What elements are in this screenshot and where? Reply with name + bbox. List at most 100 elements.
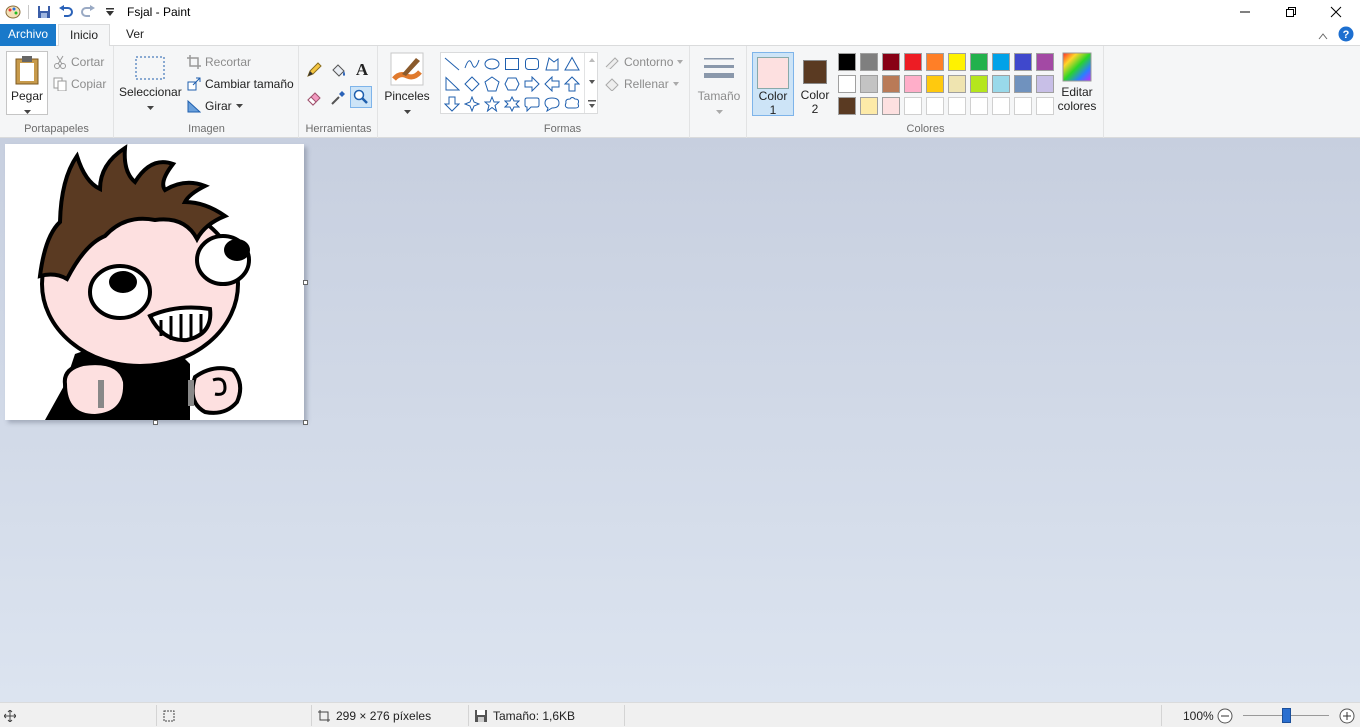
rotate-icon	[187, 99, 201, 113]
hexagon-shape-icon[interactable]	[502, 74, 522, 94]
zoom-slider-thumb[interactable]	[1282, 708, 1291, 723]
palette-swatch[interactable]	[970, 75, 988, 93]
resize-handle-bottom[interactable]	[153, 420, 158, 425]
up-arrow-shape-icon[interactable]	[562, 74, 582, 94]
size-button[interactable]: Tamaño	[696, 52, 742, 116]
undo-icon[interactable]	[55, 1, 77, 23]
fill-button[interactable]: Rellenar	[604, 77, 679, 91]
color2-label-line1: Color	[800, 88, 830, 102]
palette-swatch[interactable]	[948, 53, 966, 71]
palette-swatch[interactable]	[1036, 97, 1054, 115]
resize-button[interactable]: Cambiar tamaño	[187, 77, 294, 91]
palette-swatch[interactable]	[860, 53, 878, 71]
palette-swatch[interactable]	[948, 75, 966, 93]
palette-swatch[interactable]	[838, 53, 856, 71]
copy-button[interactable]: Copiar	[53, 77, 106, 91]
polygon-shape-icon[interactable]	[542, 54, 562, 74]
color1-button[interactable]: Color 1	[752, 52, 794, 117]
tab-view[interactable]: Ver	[116, 24, 154, 46]
cloud-callout-shape-icon[interactable]	[562, 94, 582, 114]
palette-swatch[interactable]	[1014, 97, 1032, 115]
collapse-ribbon-icon[interactable]	[1318, 29, 1328, 43]
palette-swatch[interactable]	[904, 97, 922, 115]
palette-swatch[interactable]	[882, 75, 900, 93]
palette-swatch[interactable]	[948, 97, 966, 115]
palette-swatch[interactable]	[1036, 53, 1054, 71]
color2-button[interactable]: Color 2	[794, 52, 836, 116]
restore-button[interactable]	[1268, 0, 1314, 24]
color-picker-icon[interactable]	[328, 88, 348, 108]
left-arrow-shape-icon[interactable]	[542, 74, 562, 94]
zoom-out-button[interactable]	[1217, 703, 1233, 728]
magnifier-icon[interactable]	[350, 86, 372, 108]
down-arrow-shape-icon[interactable]	[442, 94, 462, 114]
rotate-button[interactable]: Girar	[187, 99, 243, 113]
palette-swatch[interactable]	[992, 53, 1010, 71]
palette-swatch[interactable]	[1014, 75, 1032, 93]
right-arrow-shape-icon[interactable]	[522, 74, 542, 94]
resize-handle-right[interactable]	[303, 280, 308, 285]
brushes-button[interactable]: Pinceles	[384, 52, 430, 116]
color1-label-line1: Color	[758, 89, 788, 103]
palette-swatch[interactable]	[926, 75, 944, 93]
drawing-canvas[interactable]	[5, 144, 304, 420]
zoom-slider[interactable]	[1243, 708, 1329, 723]
crop-button[interactable]: Recortar	[187, 55, 251, 69]
palette-swatch[interactable]	[1036, 75, 1054, 93]
cut-button[interactable]: Cortar	[53, 55, 104, 69]
save-icon[interactable]	[33, 1, 55, 23]
oval-shape-icon[interactable]	[482, 54, 502, 74]
tab-file[interactable]: Archivo	[0, 24, 56, 46]
palette-swatch[interactable]	[970, 97, 988, 115]
five-point-star-shape-icon[interactable]	[482, 94, 502, 114]
palette-swatch[interactable]	[860, 97, 878, 115]
text-tool-icon[interactable]: A	[352, 60, 372, 80]
diamond-shape-icon[interactable]	[462, 74, 482, 94]
pencil-icon[interactable]	[304, 60, 324, 80]
paste-button[interactable]: Pegar	[6, 51, 48, 115]
six-point-star-shape-icon[interactable]	[502, 94, 522, 114]
canvas-workspace[interactable]	[0, 138, 1360, 702]
shapes-scrollbar[interactable]	[584, 53, 598, 113]
image-dimensions-icon	[318, 709, 330, 722]
fill-bucket-icon[interactable]	[328, 60, 348, 80]
palette-swatch[interactable]	[992, 75, 1010, 93]
oval-callout-shape-icon[interactable]	[542, 94, 562, 114]
redo-icon[interactable]	[77, 1, 99, 23]
palette-swatch[interactable]	[882, 53, 900, 71]
line-shape-icon[interactable]	[442, 54, 462, 74]
tab-home[interactable]: Inicio	[58, 24, 110, 47]
rounded-rectangle-shape-icon[interactable]	[522, 54, 542, 74]
zoom-in-button[interactable]	[1339, 703, 1355, 728]
palette-swatch[interactable]	[926, 53, 944, 71]
brushes-label: Pinceles	[384, 89, 430, 103]
pentagon-shape-icon[interactable]	[482, 74, 502, 94]
minimize-button[interactable]	[1222, 0, 1268, 24]
customize-qat-icon[interactable]	[99, 1, 121, 23]
palette-swatch[interactable]	[860, 75, 878, 93]
palette-swatch[interactable]	[926, 97, 944, 115]
triangle-shape-icon[interactable]	[562, 54, 582, 74]
palette-swatch[interactable]	[904, 53, 922, 71]
palette-swatch[interactable]	[882, 97, 900, 115]
rectangle-shape-icon[interactable]	[502, 54, 522, 74]
rounded-callout-shape-icon[interactable]	[522, 94, 542, 114]
select-button[interactable]: Seleccionar	[119, 54, 182, 116]
palette-swatch[interactable]	[838, 97, 856, 115]
resize-handle-corner[interactable]	[303, 420, 308, 425]
close-button[interactable]	[1313, 0, 1359, 24]
palette-swatch[interactable]	[904, 75, 922, 93]
curve-shape-icon[interactable]	[462, 54, 482, 74]
edit-colors-button[interactable]: Editar colores	[1056, 52, 1098, 116]
right-triangle-shape-icon[interactable]	[442, 74, 462, 94]
palette-swatch[interactable]	[970, 53, 988, 71]
help-icon[interactable]: ?	[1338, 26, 1354, 45]
paint-app-icon[interactable]	[2, 1, 24, 23]
eraser-icon[interactable]	[304, 88, 324, 108]
four-point-star-shape-icon[interactable]	[462, 94, 482, 114]
palette-swatch[interactable]	[838, 75, 856, 93]
palette-swatch[interactable]	[992, 97, 1010, 115]
palette-swatch[interactable]	[1014, 53, 1032, 71]
outline-button[interactable]: Contorno	[604, 55, 684, 69]
fsjal-drawing	[37, 144, 251, 420]
